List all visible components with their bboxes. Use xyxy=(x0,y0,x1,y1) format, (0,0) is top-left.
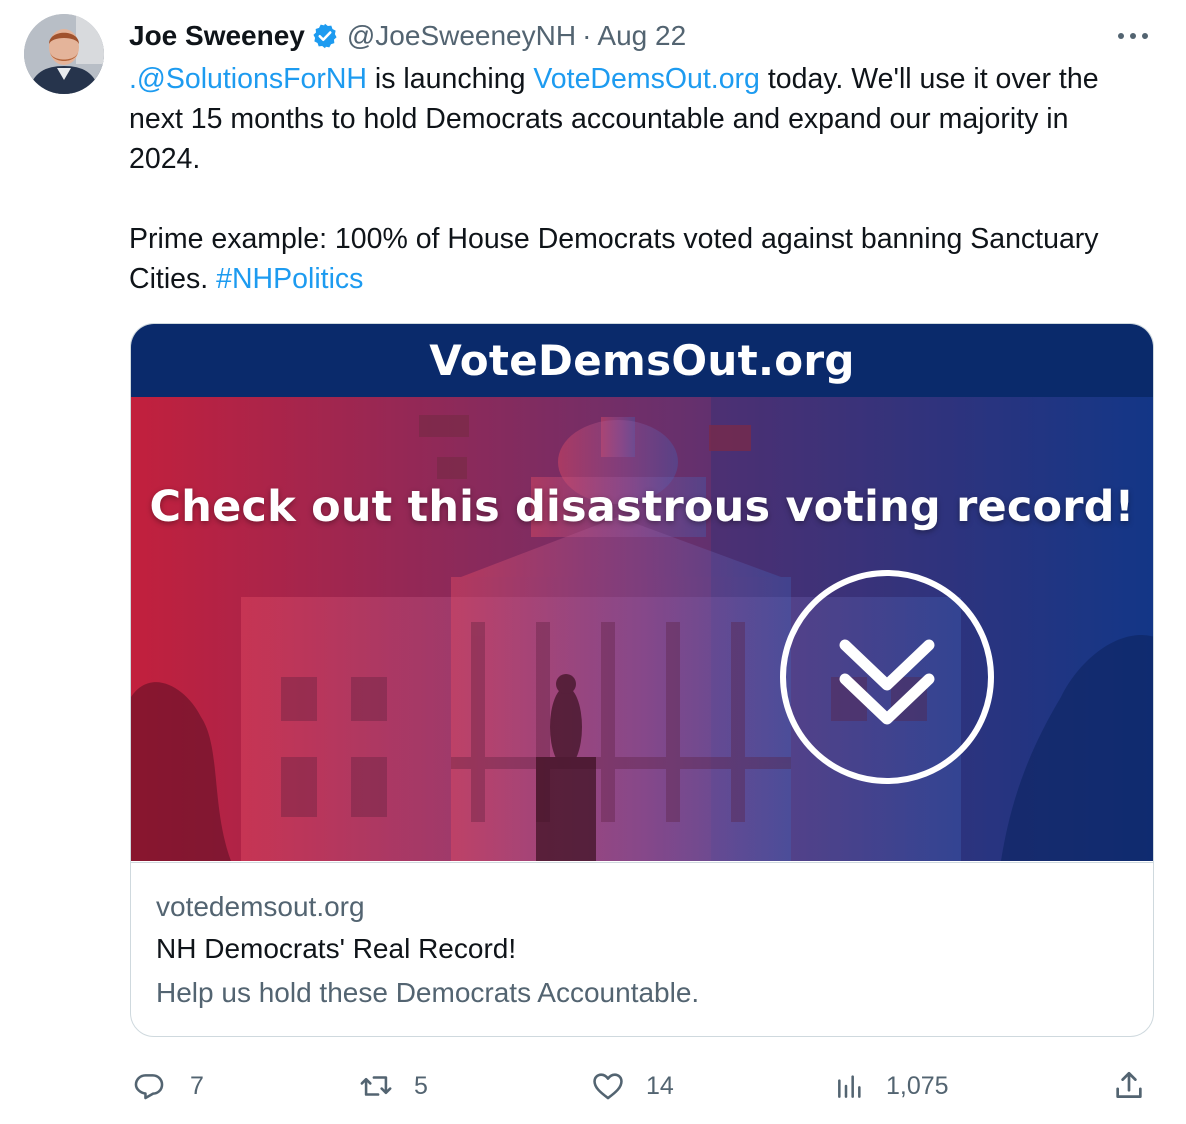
author-handle[interactable]: @JoeSweeneyNH xyxy=(347,20,576,52)
card-banner-text: VoteDemsOut.org xyxy=(429,336,855,385)
tweet-header: Joe Sweeney @JoeSweeneyNH · Aug 22 xyxy=(129,16,686,56)
share-icon xyxy=(1112,1069,1146,1103)
views-button[interactable]: 1,075 xyxy=(834,1064,949,1108)
repost-icon xyxy=(358,1069,394,1103)
tweet-actions: 7 5 14 1,075 xyxy=(130,1064,1154,1108)
tweet-paragraph-1: .@SolutionsForNH is launching VoteDemsOu… xyxy=(129,59,1139,179)
verified-badge-icon xyxy=(311,22,339,50)
like-count: 14 xyxy=(646,1071,674,1100)
card-meta[interactable]: votedemsout.org NH Democrats' Real Recor… xyxy=(131,862,1153,1036)
card-banner: VoteDemsOut.org xyxy=(131,324,1153,397)
repost-button[interactable]: 5 xyxy=(358,1064,428,1108)
card-headline: Check out this disastrous voting record! xyxy=(149,482,1135,532)
heart-icon xyxy=(590,1069,626,1103)
statehouse-photo xyxy=(131,397,1153,861)
website-link[interactable]: VoteDemsOut.org xyxy=(533,63,760,95)
like-button[interactable]: 14 xyxy=(590,1064,674,1108)
author-avatar[interactable] xyxy=(24,14,104,94)
views-icon xyxy=(834,1069,866,1103)
separator-dot: · xyxy=(582,20,592,51)
repost-count: 5 xyxy=(414,1071,428,1100)
share-button[interactable] xyxy=(1112,1064,1146,1108)
reply-button[interactable]: 7 xyxy=(132,1064,204,1108)
card-domain: votedemsout.org xyxy=(156,891,365,922)
card-image[interactable]: VoteDemsOut.org Check out this disastrou… xyxy=(131,324,1153,861)
tweet-body: .@SolutionsForNH is launching VoteDemsOu… xyxy=(129,59,1139,299)
tweet-paragraph-2: Prime example: 100% of House Democrats v… xyxy=(129,219,1139,299)
views-count: 1,075 xyxy=(886,1071,949,1100)
double-chevron-down-icon xyxy=(779,569,995,785)
reply-icon xyxy=(132,1069,166,1103)
reply-count: 7 xyxy=(190,1071,204,1100)
hashtag-link[interactable]: #NHPolitics xyxy=(216,263,363,295)
more-options-icon[interactable] xyxy=(1108,18,1158,54)
card-description: Help us hold these Democrats Accountable… xyxy=(156,977,700,1008)
tweet-date[interactable]: Aug 22 xyxy=(597,20,686,52)
link-preview-card[interactable]: VoteDemsOut.org Check out this disastrou… xyxy=(130,323,1154,1037)
author-name[interactable]: Joe Sweeney xyxy=(129,20,305,52)
mention-link[interactable]: .@SolutionsForNH xyxy=(129,63,367,95)
card-title: NH Democrats' Real Record! xyxy=(156,933,517,964)
tweet-text-segment: is launching xyxy=(367,63,534,95)
